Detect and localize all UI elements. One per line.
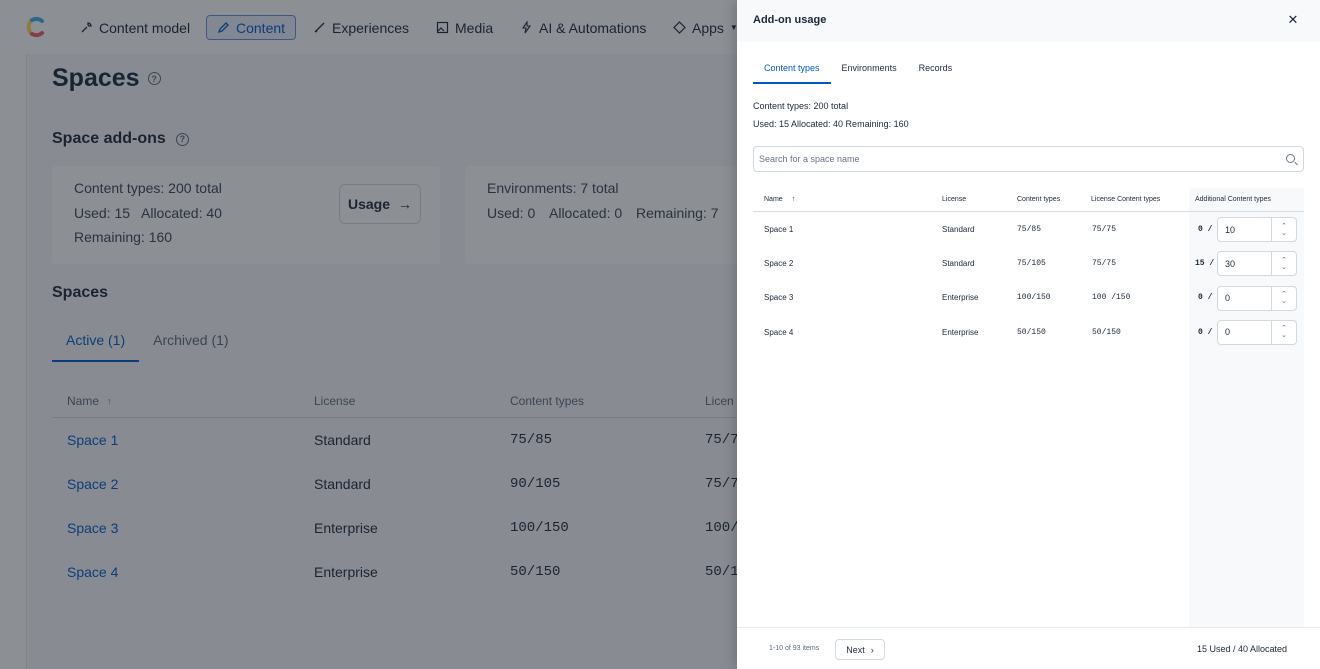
tab-environments[interactable]: Environments — [831, 58, 908, 84]
table-header: Name ↑ License Content types License Cont… — [753, 188, 1304, 212]
space-search-input[interactable]: Search for a space name — [753, 146, 1304, 172]
drawer-footer: 1-10 of 93 items Next › 15 Used / 40 All… — [737, 627, 1320, 669]
drawer-title: Add-on usage — [753, 14, 827, 26]
input-value: 0 — [1225, 293, 1231, 304]
search-icon — [1286, 154, 1295, 163]
allocation-total: 15 Used / 40 Allocated — [1197, 644, 1288, 654]
addon-table: Name ↑ License Content types License Cont… — [753, 188, 1304, 349]
table-row: Space 3 Enterprise 100/150 100 /150 0 / … — [753, 281, 1304, 315]
stepper-icon[interactable]: ⌃ ⌄ — [1271, 252, 1296, 276]
search-placeholder: Search for a space name — [759, 154, 860, 164]
input-value: 10 — [1225, 224, 1236, 235]
sort-arrow-icon: ↑ — [791, 196, 796, 203]
license-ct-cell: 75/75 — [1092, 258, 1117, 268]
addon-usage-drawer: Add-on usage ✕ Content types Environment… — [737, 0, 1320, 669]
additional-content-types-input[interactable]: 0 ⌃ ⌄ — [1217, 285, 1297, 311]
input-value: 0 — [1225, 327, 1231, 338]
license-cell: Enterprise — [942, 327, 979, 337]
license-cell: Standard — [942, 258, 975, 268]
next-page-button[interactable]: Next › — [835, 639, 885, 660]
stepper-icon[interactable]: ⌃ ⌄ — [1271, 286, 1296, 310]
license-ct-cell: 75/75 — [1092, 224, 1117, 234]
drawer-tabs: Content types Environments Records — [753, 58, 963, 84]
table-row: Space 1 Standard 75/85 75/75 0 / 10 ⌃ ⌄ — [753, 212, 1304, 246]
stepper-icon[interactable]: ⌃ ⌄ — [1271, 218, 1296, 241]
used-count: 0 / — [1198, 327, 1213, 337]
stepper-icon[interactable]: ⌃ ⌄ — [1271, 320, 1296, 344]
col-license: License — [942, 196, 967, 203]
tab-content-types[interactable]: Content types — [753, 58, 831, 84]
license-cell: Standard — [942, 224, 975, 234]
next-label: Next — [846, 644, 865, 655]
content-types-cell: 75/85 — [1017, 224, 1042, 234]
drawer-summary-usage: Used: 15 Allocated: 40 Remaining: 160 — [753, 119, 909, 129]
drawer-summary-total: Content types: 200 total — [753, 101, 849, 111]
drawer-header: Add-on usage ✕ — [737, 0, 1320, 42]
space-name-cell: Space 4 — [764, 327, 794, 337]
content-types-cell: 50/150 — [1017, 327, 1046, 337]
license-ct-cell: 100 /150 — [1092, 293, 1131, 303]
col-license-content-types: License Content types — [1091, 196, 1161, 203]
chevron-right-icon: › — [870, 644, 874, 655]
additional-content-types-input[interactable]: 30 ⌃ ⌄ — [1217, 251, 1297, 277]
pagination-text: 1-10 of 93 items — [769, 645, 820, 652]
close-icon[interactable]: ✕ — [1285, 12, 1301, 28]
col-name-label: Name — [764, 196, 783, 203]
additional-content-types-input[interactable]: 10 ⌃ ⌄ — [1217, 217, 1297, 242]
used-count: 0 / — [1198, 224, 1213, 234]
license-ct-cell: 50/150 — [1092, 327, 1121, 337]
additional-content-types-input[interactable]: 0 ⌃ ⌄ — [1217, 319, 1297, 345]
content-types-cell: 100/150 — [1017, 293, 1051, 303]
table-row: Space 4 Enterprise 50/150 50/150 0 / 0 ⌃… — [753, 315, 1304, 349]
input-value: 30 — [1225, 258, 1236, 269]
col-additional-content-types: Additional Content types — [1195, 196, 1271, 203]
license-cell: Enterprise — [942, 293, 979, 303]
col-content-types: Content types — [1017, 196, 1061, 203]
used-count: 0 / — [1198, 293, 1213, 303]
used-count: 15 / — [1195, 258, 1215, 268]
space-name-cell: Space 2 — [764, 258, 794, 268]
space-name-cell: Space 1 — [764, 224, 794, 234]
space-name-cell: Space 3 — [764, 293, 794, 303]
content-types-cell: 75/105 — [1017, 258, 1046, 268]
col-name[interactable]: Name ↑ — [764, 188, 795, 211]
tab-records[interactable]: Records — [908, 58, 964, 84]
table-row: Space 2 Standard 75/105 75/75 15 / 30 ⌃ ⌄ — [753, 246, 1304, 280]
